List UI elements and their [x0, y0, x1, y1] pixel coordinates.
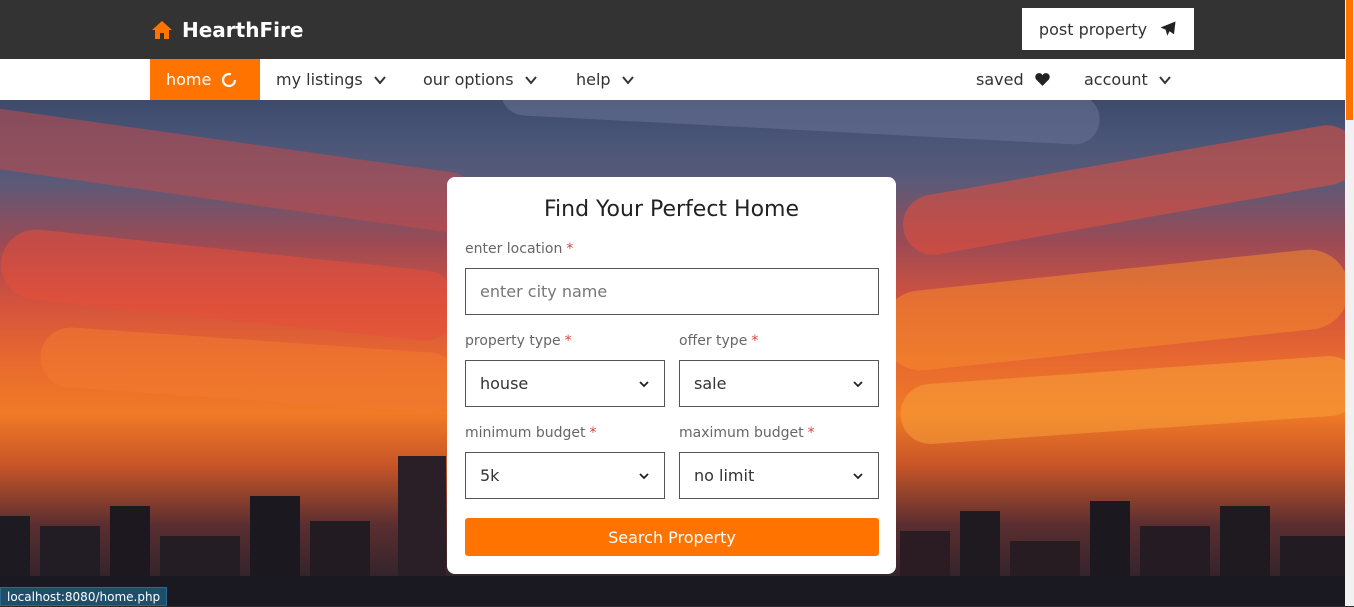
cloud-streak — [0, 104, 482, 236]
cloud-streak — [898, 354, 1345, 446]
offer-type-select[interactable]: sale — [679, 360, 879, 407]
paper-plane-icon — [1160, 21, 1176, 36]
chevron-down-icon — [524, 75, 537, 85]
nav-our-options-label: our options — [423, 70, 514, 89]
chevron-down-icon — [1158, 75, 1171, 85]
max-budget-value: no limit — [694, 466, 755, 485]
property-type-value: house — [480, 374, 529, 393]
cloud-streak — [38, 325, 462, 415]
offer-type-label-text: offer type — [679, 333, 748, 349]
nav-our-options[interactable]: our options — [407, 59, 554, 100]
property-type-select[interactable]: house — [465, 360, 665, 407]
property-type-label: property type * — [465, 333, 572, 349]
nav-account-label: account — [1084, 70, 1148, 89]
min-budget-select[interactable]: 5k — [465, 452, 665, 499]
scrollbar-thumb[interactable] — [1346, 0, 1353, 120]
home-icon — [152, 21, 172, 39]
location-input[interactable]: enter city name — [465, 268, 879, 315]
min-budget-label: minimum budget * — [465, 425, 597, 441]
nav-account[interactable]: account — [1068, 59, 1188, 100]
location-label: enter location * — [465, 241, 573, 257]
chevron-down-icon — [639, 472, 649, 479]
cloud-streak — [0, 226, 463, 344]
chevron-down-icon — [621, 75, 634, 85]
required-mark: * — [564, 333, 572, 349]
cloud-streak — [898, 120, 1345, 260]
spinner-icon — [222, 72, 237, 87]
search-property-button[interactable]: Search Property — [465, 518, 879, 556]
property-type-label-text: property type — [465, 333, 561, 349]
page-scrollbar[interactable] — [1345, 0, 1354, 606]
search-card-title: Find Your Perfect Home — [543, 197, 800, 222]
nav-help-label: help — [576, 70, 611, 89]
nav-my-listings[interactable]: my listings — [260, 59, 403, 100]
brand-name: HearthFire — [182, 18, 304, 42]
browser-status-url: localhost:8080/home.php — [0, 587, 168, 606]
max-budget-select[interactable]: no limit — [679, 452, 879, 499]
chevron-down-icon — [853, 380, 863, 387]
max-budget-label-text: maximum budget — [679, 425, 804, 441]
post-property-label: post property — [1038, 19, 1148, 39]
nav-my-listings-label: my listings — [276, 70, 363, 89]
brand-logo[interactable]: HearthFire — [150, 16, 303, 44]
nav-home[interactable]: home — [150, 59, 260, 100]
nav-home-label: home — [166, 70, 212, 89]
cloud-streak — [877, 245, 1345, 375]
chevron-down-icon — [853, 472, 863, 479]
required-mark: * — [751, 333, 759, 349]
offer-type-label: offer type * — [679, 333, 758, 349]
post-property-button[interactable]: post property — [1022, 8, 1194, 50]
cloud-streak — [499, 100, 1101, 146]
max-budget-label: maximum budget * — [679, 425, 815, 441]
offer-type-value: sale — [694, 374, 727, 393]
location-placeholder: enter city name — [480, 282, 608, 301]
heart-icon — [1034, 73, 1050, 86]
required-mark: * — [807, 425, 815, 441]
chevron-down-icon — [373, 75, 386, 85]
chevron-down-icon — [639, 380, 649, 387]
min-budget-value: 5k — [480, 466, 500, 485]
main-nav: home my listings our options help saved … — [0, 59, 1345, 100]
required-mark: * — [589, 425, 597, 441]
min-budget-label-text: minimum budget — [465, 425, 586, 441]
required-mark: * — [566, 241, 574, 257]
nav-help[interactable]: help — [560, 59, 651, 100]
nav-saved[interactable]: saved — [960, 59, 1067, 100]
top-header: HearthFire post property — [0, 0, 1345, 59]
location-label-text: enter location — [465, 241, 563, 257]
search-card: Find Your Perfect Home enter location * e… — [447, 177, 896, 574]
nav-saved-label: saved — [976, 70, 1024, 89]
